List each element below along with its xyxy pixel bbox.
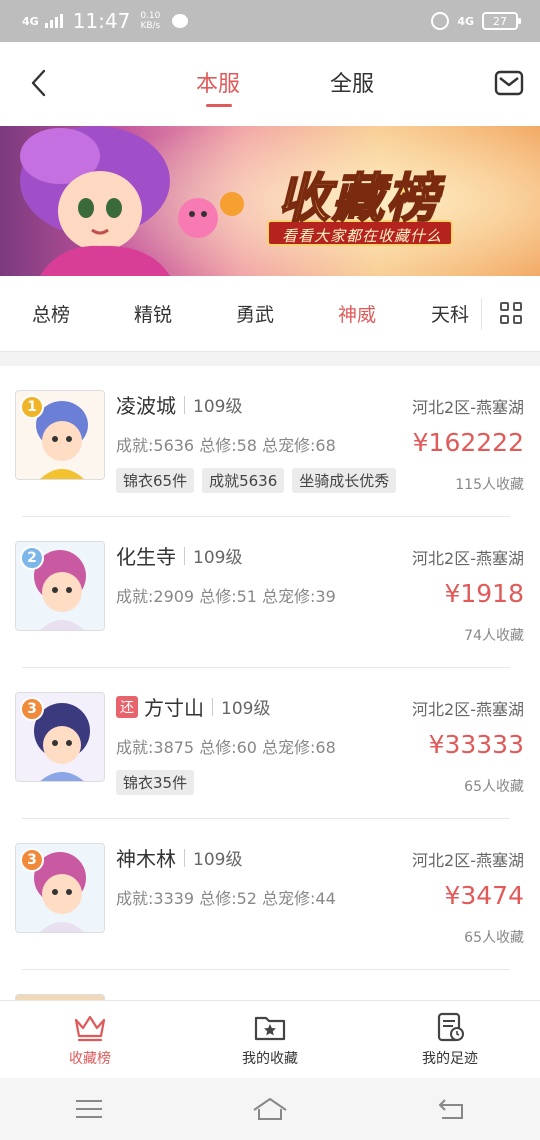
name-separator [184, 848, 185, 867]
speed-value: 0.10 [140, 11, 161, 21]
name-separator [212, 697, 213, 716]
bottom-nav: 收藏榜 我的收藏 我的足迹 [0, 1000, 540, 1078]
category-tab-overall[interactable]: 总榜 [0, 300, 102, 327]
status-time: 11:47 [72, 9, 131, 33]
status-left: 4G 11:47 0.10 KB/s [22, 9, 189, 33]
category-tabs: 总榜 精锐 勇武 神威 天科 [0, 276, 540, 352]
category-tab-brave[interactable]: 勇武 [204, 300, 306, 327]
grid-menu-icon[interactable] [500, 302, 522, 324]
price: ¥1918 [444, 579, 524, 608]
system-nav-bar [0, 1078, 540, 1140]
network-type-right: 4G [457, 14, 474, 28]
price: ¥33333 [428, 730, 524, 759]
nav-my-favorites[interactable]: 我的收藏 [180, 1001, 360, 1078]
crown-icon [74, 1015, 106, 1041]
home-icon[interactable] [252, 1096, 288, 1122]
alarm-icon [431, 12, 450, 30]
banner-subtitle: 看看大家都在收藏什么 [282, 227, 443, 245]
tab-all-servers[interactable]: 全服 [330, 66, 374, 98]
character-avatar: 1 [15, 390, 105, 480]
back-nav-icon[interactable] [436, 1097, 466, 1121]
list-item[interactable]: 1 凌波城 109级 河北2区-燕塞湖 成就:5636 总修:58 总宠修:68… [0, 366, 540, 517]
favorite-count: 115人收藏 [455, 477, 524, 493]
back-icon[interactable] [24, 68, 54, 98]
battery-icon: 27 [482, 12, 521, 30]
character-avatar: 3 [15, 843, 105, 933]
banner-title: 收藏榜 [277, 167, 441, 230]
tab-local-server[interactable]: 本服 [196, 66, 240, 98]
tag-list: 锦衣35件 [116, 770, 195, 795]
nav-my-history[interactable]: 我的足迹 [360, 1001, 540, 1078]
character-stats: 成就:3875 总修:60 总宠修:68 [116, 738, 336, 757]
status-right: 4G 27 [431, 12, 521, 30]
server-name: 河北2区-燕塞湖 [412, 851, 524, 870]
network-speed: 0.10 KB/s [140, 11, 160, 31]
character-level: 109级 [221, 699, 271, 719]
category-tab-elite[interactable]: 精锐 [102, 300, 204, 327]
price: ¥3474 [444, 881, 524, 910]
list-item[interactable]: 3 还 方寸山 109级 河北2区-燕塞湖 成就:3875 总修:60 总宠修:… [0, 668, 540, 819]
message-icon [172, 14, 189, 28]
character-level: 109级 [193, 850, 243, 870]
tab-active-indicator [206, 104, 232, 107]
favorite-count: 65人收藏 [464, 930, 524, 946]
favorite-count: 65人收藏 [464, 779, 524, 795]
server-name: 河北2区-燕塞湖 [412, 549, 524, 568]
ranking-list: 1 凌波城 109级 河北2区-燕塞湖 成就:5636 总修:58 总宠修:68… [0, 366, 540, 1000]
character-stats: 成就:3339 总修:52 总宠修:44 [116, 889, 336, 908]
star-folder-icon [254, 1016, 286, 1040]
rank-badge: 1 [20, 395, 44, 419]
character-level: 109级 [193, 397, 243, 417]
speed-unit: KB/s [140, 21, 161, 31]
nav-label: 收藏榜 [69, 1050, 111, 1067]
category-tab-divine[interactable]: 神威 [306, 300, 408, 327]
list-item-partial[interactable] [0, 970, 540, 1000]
rank-badge: 3 [20, 848, 44, 872]
favorites-banner[interactable]: 收藏榜 看看大家都在收藏什么 [0, 126, 540, 276]
menu-icon[interactable] [74, 1097, 104, 1121]
status-bar: 4G 11:47 0.10 KB/s 4G 27 [0, 0, 540, 42]
character-school: 方寸山 [144, 696, 204, 720]
name-row: 化生寺 109级 [116, 541, 242, 570]
category-tab-next[interactable]: 天科 [408, 300, 492, 327]
server-name: 河北2区-燕塞湖 [412, 700, 524, 719]
character-school: 化生寺 [116, 545, 176, 569]
list-item[interactable]: 3 神木林 109级 河北2区-燕塞湖 成就:3339 总修:52 总宠修:44… [0, 819, 540, 970]
character-stats: 成就:5636 总修:58 总宠修:68 [116, 436, 336, 455]
character-avatar: 3 [15, 692, 105, 782]
mail-icon[interactable] [494, 70, 524, 96]
rank-badge: 3 [20, 697, 44, 721]
name-separator [184, 395, 185, 414]
tag: 锦衣65件 [116, 468, 195, 493]
banner-art [0, 126, 540, 276]
name-row: 神木林 109级 [116, 843, 242, 872]
returning-player-badge: 还 [116, 695, 138, 718]
character-school: 神木林 [116, 847, 176, 871]
history-icon [437, 1012, 464, 1041]
server-name: 河北2区-燕塞湖 [412, 398, 524, 417]
tag: 成就5636 [202, 468, 285, 493]
nav-favorites-ranking[interactable]: 收藏榜 [0, 1001, 180, 1078]
character-level: 109级 [193, 548, 243, 568]
tag: 锦衣35件 [116, 770, 195, 795]
signal-icon [44, 14, 63, 28]
favorite-count: 74人收藏 [464, 628, 524, 644]
nav-label: 我的足迹 [422, 1050, 478, 1067]
nav-label: 我的收藏 [242, 1050, 298, 1067]
name-separator [184, 546, 185, 565]
rank-badge: 2 [20, 546, 44, 570]
character-avatar: 2 [15, 541, 105, 631]
tag: 坐骑成长优秀 [292, 468, 397, 493]
list-item[interactable]: 2 化生寺 109级 河北2区-燕塞湖 成就:2909 总修:51 总宠修:39… [0, 517, 540, 668]
category-divider [481, 298, 482, 330]
battery-level: 27 [493, 14, 507, 28]
app-header: 本服 全服 [0, 42, 540, 126]
character-stats: 成就:2909 总修:51 总宠修:39 [116, 587, 336, 606]
tag-list: 锦衣65件 成就5636 坐骑成长优秀 [116, 468, 397, 493]
name-row: 还 方寸山 109级 [116, 692, 270, 721]
network-type: 4G [22, 14, 39, 28]
price: ¥162222 [412, 428, 524, 457]
character-school: 凌波城 [116, 394, 176, 418]
name-row: 凌波城 109级 [116, 390, 242, 419]
